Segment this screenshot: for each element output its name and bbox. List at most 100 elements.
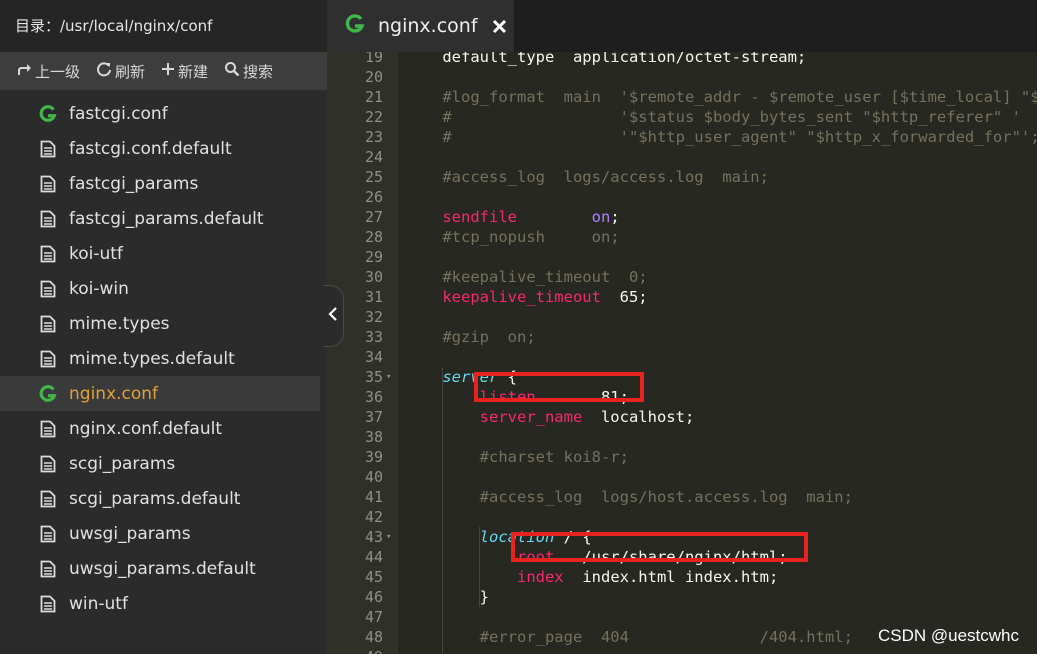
up-level-label: 上一级 — [35, 62, 81, 81]
file-item[interactable]: uwsgi_params.default — [0, 551, 327, 586]
file-item[interactable]: mime.types.default — [0, 341, 327, 376]
tab-nginx-conf[interactable]: nginx.conf — [327, 0, 514, 52]
code-line: 36 listen 81; — [327, 387, 1037, 407]
close-icon[interactable] — [492, 19, 507, 34]
file-list: fastcgi.conf fastcgi.conf.default fastcgi_… — [0, 90, 327, 621]
file-item[interactable]: nginx.conf.default — [0, 411, 327, 446]
document-icon — [38, 419, 58, 439]
line-number: 19 — [364, 52, 383, 66]
line-number: 36 — [364, 388, 383, 406]
refresh-label: 刷新 — [115, 62, 146, 81]
search-icon — [224, 61, 243, 81]
file-item[interactable]: mime.types — [0, 306, 327, 341]
search-button[interactable]: 搜索 — [224, 61, 273, 82]
code-token: index.html index.htm; — [563, 568, 779, 586]
file-item[interactable]: fastcgi_params — [0, 166, 327, 201]
file-item[interactable]: koi-utf — [0, 236, 327, 271]
fold-arrow-icon[interactable]: ▾ — [386, 527, 391, 547]
line-number: 27 — [364, 208, 383, 226]
file-name: nginx.conf — [69, 383, 159, 404]
code-token: server_name — [479, 408, 583, 426]
file-item[interactable]: fastcgi.conf.default — [0, 131, 327, 166]
code-token: #access_log logs/access.log main; — [405, 168, 769, 186]
code-token: 65; — [600, 288, 648, 306]
code-text: # '"$http_user_agent" "$http_x_forwarded… — [405, 127, 1037, 147]
code-line: 19 default_type application/octet-stream… — [327, 52, 1037, 67]
line-number: 30 — [364, 268, 383, 286]
code-text: sendfile on; — [405, 207, 620, 227]
code-line: 42 — [327, 507, 1037, 527]
up-level-button[interactable]: 上一级 — [16, 61, 80, 82]
line-number: 39 — [364, 448, 383, 466]
code-line: 32 — [327, 307, 1037, 327]
highlight-box-listen — [474, 372, 644, 402]
document-icon — [38, 524, 58, 544]
fold-arrow-icon[interactable]: ▾ — [386, 367, 391, 387]
code-text: #gzip on; — [405, 327, 536, 347]
code-text: } — [405, 587, 489, 607]
code-line: 26 — [327, 187, 1037, 207]
line-number: 47 — [364, 608, 383, 626]
line-number: 25 — [364, 168, 383, 186]
code-token: ; — [610, 208, 620, 226]
code-line: 38 — [327, 427, 1037, 447]
document-icon — [38, 454, 58, 474]
file-item[interactable]: nginx.conf — [0, 376, 320, 411]
code-editor[interactable]: 19 default_type application/octet-stream… — [327, 52, 1037, 654]
code-text: default_type application/octet-stream; — [405, 52, 806, 67]
file-item[interactable]: scgi_params — [0, 446, 327, 481]
line-number: 48 — [364, 628, 383, 646]
file-item[interactable]: koi-win — [0, 271, 327, 306]
code-token: # '"$http_user_agent" "$http_x_forwarded… — [405, 128, 1037, 146]
collapse-sidebar-handle[interactable] — [323, 285, 344, 347]
line-number: 38 — [364, 428, 383, 446]
watermark: CSDN @uestcwhc — [875, 626, 1021, 646]
code-line: 45 index index.html index.htm; — [327, 567, 1037, 587]
code-line: 28 #tcp_nopush on; — [327, 227, 1037, 247]
tab-title: nginx.conf — [378, 15, 478, 37]
code-line: 24 — [327, 147, 1037, 167]
document-icon — [38, 174, 58, 194]
document-icon — [38, 489, 58, 509]
document-icon — [38, 139, 58, 159]
code-token: default_type application/octet-stream; — [405, 52, 807, 66]
g-logo-icon — [345, 13, 365, 39]
file-item[interactable]: scgi_params.default — [0, 481, 327, 516]
code-text: #access_log logs/access.log main; — [405, 167, 769, 187]
code-line: 21 #log_format main '$remote_addr - $rem… — [327, 87, 1037, 107]
code-text: #keepalive_timeout 0; — [405, 267, 647, 287]
highlight-box-root — [511, 532, 808, 562]
line-number: 49 — [327, 647, 383, 654]
g-logo-icon — [38, 104, 58, 124]
file-name: scgi_params.default — [69, 488, 241, 509]
file-name: win-utf — [69, 593, 128, 614]
file-item[interactable]: fastcgi.conf — [0, 96, 327, 131]
file-item[interactable]: uwsgi_params — [0, 516, 327, 551]
g-logo-icon — [38, 384, 58, 404]
new-file-button[interactable]: 新建 — [161, 61, 208, 82]
document-icon — [38, 594, 58, 614]
line-number: 24 — [364, 148, 383, 166]
code-line: 29 — [327, 247, 1037, 267]
file-item[interactable]: win-utf — [0, 586, 327, 621]
code-token: #gzip on; — [405, 328, 536, 346]
code-token: index — [516, 568, 564, 586]
file-name: scgi_params — [69, 453, 176, 474]
file-name: mime.types — [69, 313, 170, 334]
file-name: koi-utf — [69, 243, 123, 264]
code-token: sendfile — [442, 208, 517, 226]
file-name: uwsgi_params — [69, 523, 191, 544]
file-item[interactable]: fastcgi_params.default — [0, 201, 327, 236]
code-line: 46 } — [327, 587, 1037, 607]
document-icon — [38, 559, 58, 579]
line-number: 34 — [364, 348, 383, 366]
file-name: fastcgi.conf — [69, 103, 168, 124]
file-name: uwsgi_params.default — [69, 558, 256, 579]
code-token: #log_format main '$remote_addr - $remote… — [442, 88, 1037, 106]
refresh-button[interactable]: 刷新 — [96, 61, 145, 82]
directory-path: 目录：/usr/local/nginx/conf — [0, 0, 327, 52]
indent-guide — [442, 367, 443, 654]
